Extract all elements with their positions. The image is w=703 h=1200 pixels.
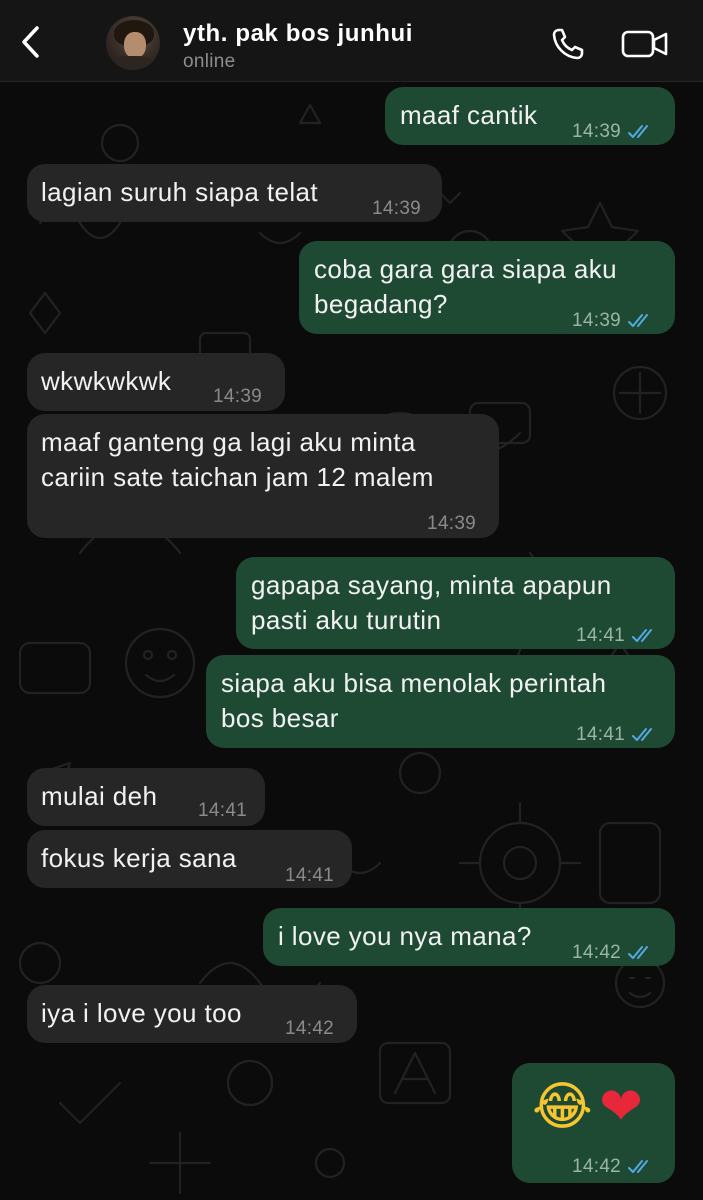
incoming-message[interactable]: wkwkwkwk 14:39 (27, 353, 285, 411)
message-text: lagian suruh siapa telat (41, 177, 319, 207)
message-timestamp: 14:42 (285, 1018, 335, 1039)
read-receipt-icon (632, 628, 653, 642)
incoming-message[interactable]: maaf ganteng ga lagi aku minta cariin sat… (27, 414, 499, 538)
chevron-left-icon (22, 26, 39, 58)
phone-icon (552, 28, 584, 60)
message-text: fokus kerja sana (41, 843, 237, 873)
message-text: cariin sate taichan jam 12 malem (41, 462, 434, 492)
outgoing-message[interactable]: 😂 ❤ 14:42 (512, 1063, 675, 1183)
avatar[interactable] (106, 16, 160, 70)
read-receipt-icon (628, 124, 649, 138)
chat-header: yth. pak bos junhui online (0, 0, 703, 82)
message-text: gapapa sayang, minta apapun (251, 570, 612, 600)
outgoing-message[interactable]: gapapa sayang, minta apapun pasti aku tur… (236, 557, 675, 649)
message-text: coba gara gara siapa aku (314, 254, 618, 284)
incoming-message[interactable]: lagian suruh siapa telat 14:39 (27, 164, 442, 222)
message-timestamp: 14:39 (213, 386, 263, 407)
contact-status: online (183, 51, 236, 72)
video-call-button[interactable] (620, 26, 670, 62)
message-timestamp: 14:39 (572, 303, 655, 338)
incoming-message[interactable]: iya i love you too 14:42 (27, 985, 357, 1043)
outgoing-message[interactable]: maaf cantik 14:39 (385, 87, 675, 145)
message-timestamp: 14:39 (372, 198, 422, 219)
face-with-tears-of-joy-icon: 😂 (532, 1078, 594, 1136)
read-receipt-icon (628, 313, 649, 327)
message-text: begadang? (314, 289, 448, 319)
outgoing-message[interactable]: coba gara gara siapa aku begadang? 14:39 (299, 241, 675, 334)
message-timestamp: 14:42 (572, 935, 655, 970)
video-camera-icon (621, 30, 668, 58)
message-timestamp: 14:42 (572, 1149, 655, 1184)
message-timestamp: 14:39 (572, 114, 655, 149)
read-receipt-icon (628, 945, 649, 959)
back-button[interactable] (8, 20, 52, 64)
message-text: maaf ganteng ga lagi aku minta (41, 427, 416, 457)
message-text: mulai deh (41, 781, 158, 811)
message-timestamp: 14:39 (427, 513, 477, 534)
outgoing-message[interactable]: siapa aku bisa menolak perintah bos besar… (206, 655, 675, 748)
message-text: maaf cantik (400, 100, 538, 130)
message-text: i love you nya mana? (278, 921, 532, 951)
message-text: siapa aku bisa menolak perintah (221, 668, 607, 698)
incoming-message[interactable]: mulai deh 14:41 (27, 768, 265, 826)
contact-name[interactable]: yth. pak bos junhui (183, 20, 413, 48)
message-text: pasti aku turutin (251, 605, 442, 635)
message-timestamp: 14:41 (576, 618, 659, 653)
message-timestamp: 14:41 (576, 717, 659, 752)
message-text: iya i love you too (41, 998, 242, 1028)
message-timestamp: 14:41 (198, 800, 248, 821)
message-timestamp: 14:41 (285, 865, 335, 886)
read-receipt-icon (632, 727, 653, 741)
message-text: wkwkwkwk (41, 366, 172, 396)
emoji-message: 😂 ❤ (532, 1077, 649, 1137)
message-text: bos besar (221, 703, 339, 733)
read-receipt-icon (628, 1159, 649, 1173)
incoming-message[interactable]: fokus kerja sana 14:41 (27, 830, 352, 888)
voice-call-button[interactable] (548, 24, 588, 64)
outgoing-message[interactable]: i love you nya mana? 14:42 (263, 908, 675, 966)
red-heart-icon: ❤ (599, 1078, 644, 1136)
